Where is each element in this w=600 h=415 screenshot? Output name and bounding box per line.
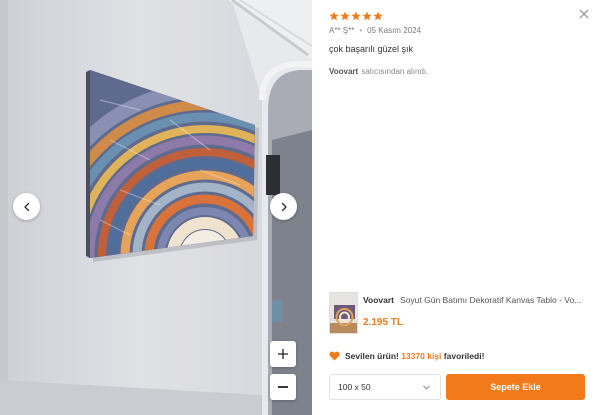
previous-photo-button[interactable] — [13, 193, 40, 220]
favorites-banner: Sevilen ürün! 13370 kişi favoriledi! — [329, 351, 484, 361]
favorites-prefix: Sevilen ürün! — [345, 351, 399, 361]
photo-viewer — [0, 0, 312, 415]
star-rating — [329, 11, 383, 21]
review-photo — [0, 0, 312, 415]
close-button[interactable] — [577, 7, 591, 21]
review-author: A** Ş** — [329, 26, 355, 35]
zoom-in-button[interactable] — [270, 341, 296, 367]
product-title: Soyut Gün Batımı Dekoratif Kanvas Tablo … — [400, 295, 582, 305]
star-icon — [329, 11, 339, 21]
meta-separator: • — [359, 26, 363, 35]
plus-icon — [278, 349, 288, 359]
heart-icon — [329, 351, 340, 361]
zoom-out-button[interactable] — [270, 374, 296, 400]
review-panel: A** Ş** • 05 Kasım 2024 çok başarılı güzel… — [312, 0, 600, 415]
product-price: 2.195 TL — [363, 317, 404, 328]
chevron-right-icon — [281, 202, 287, 211]
star-icon — [373, 11, 383, 21]
favorites-suffix: favoriledi! — [443, 351, 485, 361]
seller-name[interactable]: Voovart — [329, 67, 358, 76]
seller-info: Voovart satıcısından alındı. — [329, 67, 428, 76]
size-select-value: 100 x 50 — [338, 382, 371, 392]
size-select[interactable]: 100 x 50 — [329, 374, 441, 400]
review-comment: çok başarılı güzel şık — [329, 44, 414, 54]
next-photo-button[interactable] — [270, 193, 297, 220]
product-thumbnail-image — [330, 293, 357, 333]
review-meta: A** Ş** • 05 Kasım 2024 — [329, 26, 421, 35]
product-thumbnail[interactable] — [329, 292, 358, 334]
minus-icon — [278, 386, 288, 388]
product-brand: Voovart — [363, 295, 395, 305]
product-card[interactable]: Voovart Soyut Gün Batımı Dekoratif Kanvas… — [329, 292, 591, 334]
favorites-count: 13370 kişi — [401, 351, 442, 361]
review-date: 05 Kasım 2024 — [367, 26, 421, 35]
chevron-down-icon — [423, 385, 430, 390]
close-icon — [579, 9, 589, 19]
chevron-left-icon — [23, 202, 29, 211]
star-icon — [351, 11, 361, 21]
star-icon — [362, 11, 372, 21]
star-icon — [340, 11, 350, 21]
product-title-line[interactable]: Voovart Soyut Gün Batımı Dekoratif Kanvas… — [363, 295, 589, 305]
seller-suffix: satıcısından alındı. — [361, 67, 429, 76]
add-to-cart-button[interactable]: Sepete Ekle — [446, 374, 585, 400]
